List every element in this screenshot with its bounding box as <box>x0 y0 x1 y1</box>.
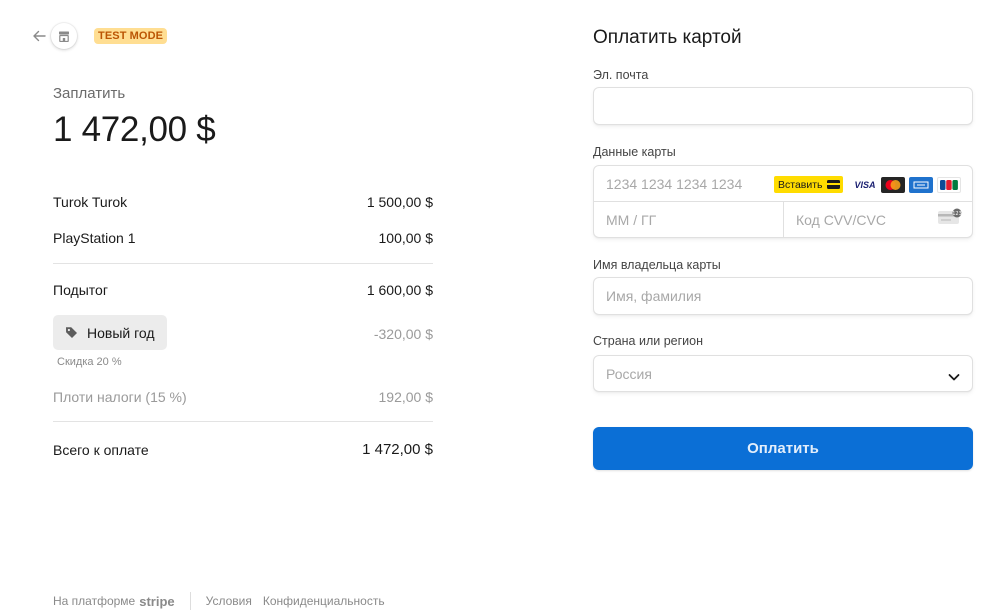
cardholder-name-placeholder: Имя, фамилия <box>606 288 702 304</box>
email-label: Эл. почта <box>593 68 649 82</box>
country-value: Россия <box>606 366 652 382</box>
tax-row: Плоти налоги (15 %) 192,00 $ <box>53 389 433 405</box>
country-label: Страна или регион <box>593 334 704 348</box>
cardholder-name-field[interactable]: Имя, фамилия <box>593 277 973 315</box>
line-item: PlayStation 1 100,00 $ <box>53 230 433 246</box>
card-details-field: 1234 1234 1234 1234 Вставить VISA ММ / Г… <box>593 165 973 238</box>
cvc-card-icon: 123 <box>937 208 963 231</box>
terms-link[interactable]: Условия <box>206 594 252 608</box>
powered-by-text: На платформе <box>53 594 136 608</box>
cardholder-name-label: Имя владельца карты <box>593 258 721 272</box>
footer: На платформе stripe Условия Конфиденциал… <box>53 592 396 610</box>
email-field[interactable] <box>593 87 973 125</box>
tax-label: Плоти налоги (15 %) <box>53 389 187 405</box>
line-item-price: 1 500,00 $ <box>366 194 433 210</box>
amex-icon <box>909 177 933 193</box>
pay-button[interactable]: Оплатить <box>593 427 973 470</box>
discount-note: Скидка 20 % <box>57 356 122 368</box>
pay-label: Заплатить <box>53 85 126 102</box>
line-item-price: 100,00 $ <box>378 230 434 246</box>
order-summary-panel: TEST MODE Заплатить 1 472,00 $ Turok Tur… <box>0 0 512 614</box>
divider <box>53 263 433 264</box>
total-amount-heading: 1 472,00 $ <box>53 110 216 149</box>
paste-button[interactable]: Вставить <box>774 176 843 193</box>
promo-discount-value: -320,00 $ <box>373 326 433 342</box>
card-field-divider <box>783 202 784 238</box>
card-number-input[interactable]: 1234 1234 1234 1234 <box>606 176 742 192</box>
country-select[interactable]: Россия <box>593 355 973 392</box>
form-title: Оплатить картой <box>593 27 742 48</box>
cvc-input[interactable]: Код CVV/CVC <box>796 212 886 228</box>
visa-icon: VISA <box>853 177 877 193</box>
test-mode-badge: TEST MODE <box>94 28 168 44</box>
subtotal-value: 1 600,00 $ <box>366 282 433 298</box>
mastercard-icon <box>881 177 905 193</box>
footer-divider <box>189 592 191 610</box>
expiry-input[interactable]: ММ / ГГ <box>606 212 656 228</box>
card-details-label: Данные карты <box>593 145 676 159</box>
line-item: Turok Turok 1 500,00 $ <box>53 194 433 210</box>
payment-form-panel: Оплатить картой Эл. почта Данные карты 1… <box>512 0 1000 614</box>
tax-value: 192,00 $ <box>378 389 434 405</box>
subtotal-row: Подытог 1 600,00 $ <box>53 282 433 298</box>
stripe-logo[interactable]: stripe <box>139 594 174 609</box>
card-number-row[interactable]: 1234 1234 1234 1234 Вставить VISA <box>594 166 972 202</box>
subtotal-label: Подытог <box>53 282 108 298</box>
total-value: 1 472,00 $ <box>362 441 433 458</box>
divider <box>53 421 433 422</box>
storefront-icon <box>51 23 77 49</box>
paste-button-label: Вставить <box>778 178 823 191</box>
card-icon <box>826 180 840 189</box>
svg-text:123: 123 <box>952 211 962 217</box>
privacy-link[interactable]: Конфиденциальность <box>263 594 385 608</box>
total-label: Всего к оплате <box>53 441 149 458</box>
promo-code-chip[interactable]: Новый год <box>53 315 167 350</box>
tag-icon <box>65 326 79 340</box>
header-bar: TEST MODE <box>31 22 168 50</box>
promo-code-label: Новый год <box>87 324 155 341</box>
chevron-down-icon <box>948 369 960 387</box>
line-item-name: PlayStation 1 <box>53 230 136 246</box>
total-row: Всего к оплате 1 472,00 $ <box>53 441 433 458</box>
line-item-name: Turok Turok <box>53 194 128 210</box>
arrow-left-icon[interactable] <box>31 28 47 44</box>
jcb-icon <box>937 177 961 193</box>
